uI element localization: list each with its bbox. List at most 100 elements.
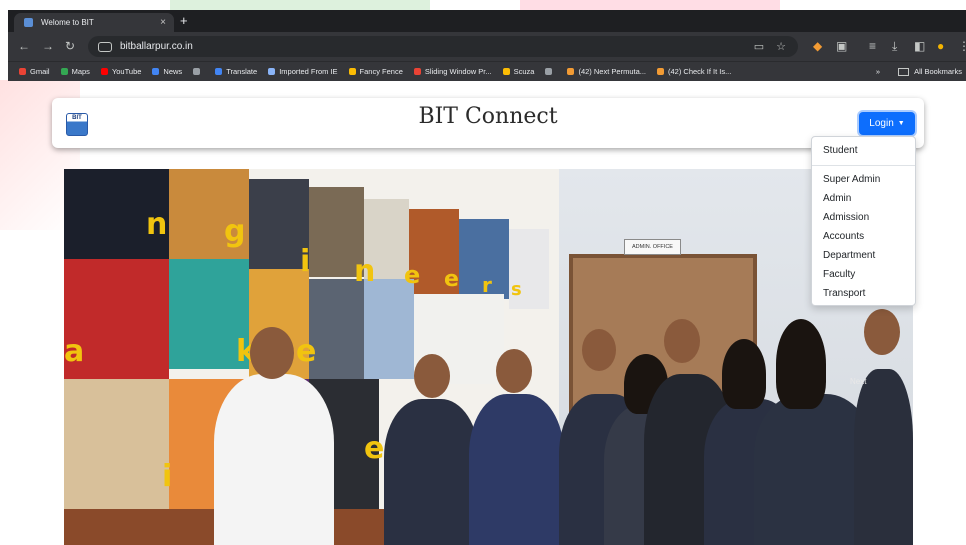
person xyxy=(469,394,564,545)
login-label: Login xyxy=(869,118,894,129)
bookmark-label: Scuza xyxy=(513,67,535,76)
bookmark-item[interactable]: Scuza xyxy=(502,67,535,76)
dropdown-divider xyxy=(812,165,915,166)
caret-down-icon: ▼ xyxy=(897,120,905,127)
bookmark-item[interactable]: (42) Next Permuta... xyxy=(567,67,646,76)
person-head xyxy=(582,329,616,371)
bookmark-label: (42) Check If It Is... xyxy=(668,67,732,76)
browser-tab[interactable]: Welome to BIT × xyxy=(14,13,174,32)
dropdown-item-admission[interactable]: Admission xyxy=(823,212,869,223)
bookmark-favicon-icon xyxy=(152,68,160,75)
poster-letter: s xyxy=(511,279,522,300)
person xyxy=(384,399,479,545)
bookmark-favicon-icon xyxy=(348,68,356,75)
new-tab-button[interactable]: + xyxy=(180,13,188,28)
poster-letter: e xyxy=(296,334,317,369)
poster-letter: e xyxy=(444,267,459,292)
bookmark-favicon-icon xyxy=(502,68,510,75)
bookmark-item[interactable]: Sliding Window Pr... xyxy=(413,67,492,76)
bookmark-favicon-icon xyxy=(268,68,276,75)
bookmark-label: Imported From IE xyxy=(279,67,338,76)
dropdown-item-department[interactable]: Department xyxy=(823,250,875,261)
bookmarks-overflow-button[interactable]: » xyxy=(876,67,880,76)
side-panel-icon[interactable]: ◧ xyxy=(914,39,925,53)
tab-title: Welome to BIT xyxy=(41,18,94,27)
admin-office-sign: ADMIN. OFFICE xyxy=(624,239,681,255)
poster-letter: a xyxy=(64,334,85,369)
profile-avatar-icon[interactable]: ● xyxy=(937,39,944,53)
bookmark-item[interactable]: Fancy Fence xyxy=(348,67,403,76)
bookmark-item[interactable]: News xyxy=(152,67,182,76)
address-bar[interactable]: bitballarpur.co.in ▭ ☆ xyxy=(88,36,798,57)
bookmark-star-icon[interactable]: ☆ xyxy=(776,40,786,53)
bookmark-label: (42) Next Permuta... xyxy=(578,67,646,76)
person-hair xyxy=(722,339,766,409)
menu-dots-icon[interactable]: ⋮ xyxy=(958,39,966,53)
bookmark-label: Translate xyxy=(226,67,258,76)
bookmark-favicon-icon xyxy=(657,68,664,75)
login-dropdown-button[interactable]: Login ▼ xyxy=(859,112,915,135)
close-tab-icon[interactable]: × xyxy=(160,17,166,28)
site-favicon-icon xyxy=(24,18,33,27)
bookmark-label: Fancy Fence xyxy=(359,67,403,76)
site-info-icon[interactable] xyxy=(98,41,112,52)
dropdown-item-faculty[interactable]: Faculty xyxy=(823,269,855,280)
cast-icon[interactable]: ▭ xyxy=(754,40,764,53)
bookmark-favicon-icon xyxy=(413,68,421,75)
site-title: BIT Connect xyxy=(418,104,558,129)
bookmark-item[interactable]: Imported From IE xyxy=(268,67,338,76)
bookmark-item[interactable]: Maps xyxy=(60,67,90,76)
carousel-next-button[interactable]: Next xyxy=(850,377,866,386)
bookmark-favicon-icon xyxy=(60,68,68,75)
extension-icon[interactable]: ◆ xyxy=(813,39,822,53)
bookmark-item[interactable] xyxy=(193,68,204,75)
person xyxy=(854,369,913,545)
poster-letter: n xyxy=(146,207,168,242)
extensions-puzzle-icon[interactable]: ▣ xyxy=(836,39,847,53)
bookmark-label: Maps xyxy=(71,67,90,76)
person-head xyxy=(496,349,532,393)
bookmark-item[interactable]: YouTube xyxy=(100,67,142,76)
person xyxy=(214,374,334,545)
dropdown-item-student[interactable]: Student xyxy=(823,145,857,156)
dropdown-item-accounts[interactable]: Accounts xyxy=(823,231,864,242)
browser-tab-bar: Welome to BIT × + xyxy=(8,10,966,32)
dropdown-item-admin[interactable]: Admin xyxy=(823,193,851,204)
forward-arrow-icon[interactable]: → xyxy=(42,39,54,53)
back-arrow-icon[interactable]: ← xyxy=(18,39,30,53)
bookmark-label: Sliding Window Pr... xyxy=(424,67,492,76)
dropdown-item-super-admin[interactable]: Super Admin xyxy=(823,174,880,185)
bookmark-item[interactable]: Translate xyxy=(215,67,257,76)
poster-letter: i xyxy=(300,244,311,279)
bookmarks-bar: Gmail Maps YouTube News Translate Imported Fr… xyxy=(8,61,966,81)
poster-letter: r xyxy=(482,273,492,297)
bookmark-label: News xyxy=(163,67,183,76)
bookmark-item[interactable] xyxy=(545,68,556,75)
site-header: BIT BIT Connect Login ▼ xyxy=(52,98,924,148)
login-dropdown-menu: Student Super Admin Admin Admission Accounts… xyxy=(811,136,916,306)
all-bookmarks-link[interactable]: All Bookmarks xyxy=(914,67,962,76)
person-head xyxy=(864,309,900,355)
download-icon[interactable]: ⤓ xyxy=(892,39,897,54)
bookmark-favicon-icon xyxy=(19,68,26,75)
person-hair xyxy=(776,319,826,409)
bookmarks-right-group: » All Bookmarks xyxy=(876,62,966,81)
poster-letter: n xyxy=(354,254,376,289)
reading-list-icon[interactable]: ≡ xyxy=(869,39,876,53)
bookmark-favicon-icon xyxy=(100,68,108,75)
poster-letter: g xyxy=(224,214,246,249)
bookmark-item[interactable]: (42) Check If It Is... xyxy=(657,67,731,76)
person-head xyxy=(250,327,294,379)
poster-letter: i xyxy=(162,459,173,494)
bookmark-item[interactable]: Gmail xyxy=(19,67,50,76)
bookmark-favicon-icon xyxy=(193,68,201,75)
reload-icon[interactable]: ↻ xyxy=(65,39,75,53)
bookmark-label: Gmail xyxy=(30,67,50,76)
folder-icon xyxy=(898,67,910,76)
poster-letter: e xyxy=(364,431,385,466)
bookmark-favicon-icon xyxy=(215,68,223,75)
dropdown-item-transport[interactable]: Transport xyxy=(823,288,865,299)
poster-letter: e xyxy=(404,261,421,289)
person-head xyxy=(664,319,700,363)
bookmark-label: YouTube xyxy=(111,67,142,76)
